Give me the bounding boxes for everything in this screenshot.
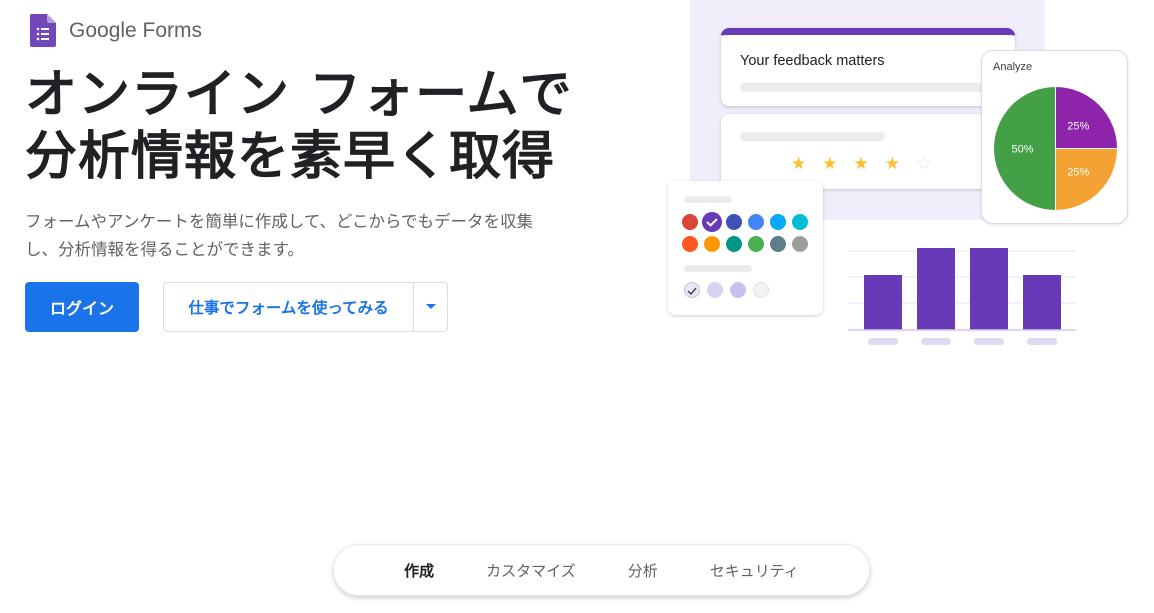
placeholder-bar: [740, 83, 995, 92]
bar: [864, 275, 902, 330]
color-swatch: [748, 236, 764, 252]
tab-security[interactable]: セキュリティ: [710, 560, 799, 581]
star-icon: ★: [853, 154, 869, 174]
feature-tabs: 作成 カスタマイズ 分析 セキュリティ: [333, 544, 870, 596]
star-icon: ☆: [916, 154, 932, 174]
bar-label-placeholder: [1027, 338, 1057, 345]
bar-label-placeholder: [868, 338, 898, 345]
color-swatch: [770, 214, 786, 230]
hero-subtitle: フォームやアンケートを簡単に作成して、どこからでもデータを収集 し、分析情報を得…: [25, 208, 595, 264]
star-icon: ★: [822, 154, 838, 174]
caret-down-icon: [425, 304, 436, 309]
star-icon: ★: [884, 154, 900, 174]
color-swatch: [704, 236, 720, 252]
color-swatch: [748, 214, 764, 230]
bar-chart: [848, 248, 1076, 345]
hero-subtitle-line2: し、分析情報を得ることができます。: [25, 240, 304, 259]
check-icon: [706, 218, 718, 227]
dropdown-toggle-button[interactable]: [414, 283, 447, 331]
option-circle: [730, 282, 746, 298]
option-circle: [707, 282, 723, 298]
color-swatch: [726, 236, 742, 252]
color-swatch: [792, 214, 808, 230]
bar: [1023, 275, 1061, 330]
rating-card: ★ ★ ★ ★ ☆: [721, 114, 1015, 189]
star-icon: ★: [791, 154, 807, 174]
bar-label-placeholder: [974, 338, 1004, 345]
bar: [917, 248, 955, 330]
try-for-work-button[interactable]: 仕事でフォームを使ってみる: [164, 283, 414, 331]
placeholder-bar: [684, 196, 732, 203]
color-picker-card: [668, 181, 823, 315]
bar: [970, 248, 1008, 330]
pie-chart: 25% 25% 50%: [993, 85, 1119, 212]
color-swatch: [682, 236, 698, 252]
placeholder-bar: [740, 132, 885, 141]
tab-analyze[interactable]: 分析: [628, 560, 658, 581]
analyze-label: Analyze: [993, 61, 1033, 73]
hero-title: オンライン フォームで 分析情報を素早く取得: [25, 64, 645, 188]
page: Google Forms オンライン フォームで 分析情報を素早く取得 フォーム…: [0, 0, 1154, 613]
google-forms-icon: [30, 14, 56, 47]
star-rating: ★ ★ ★ ★ ☆: [791, 154, 931, 174]
color-swatch: [792, 236, 808, 252]
option-circle: [684, 282, 700, 298]
tab-create[interactable]: 作成: [404, 560, 434, 581]
hero-subtitle-line1: フォームやアンケートを簡単に作成して、どこからでもデータを収集: [25, 212, 534, 231]
pie-slice-label: 25%: [1067, 166, 1089, 178]
login-button[interactable]: ログイン: [25, 282, 139, 332]
hero-title-line2: 分析情報を素早く取得: [25, 127, 556, 187]
pie-slice-label: 50%: [1011, 144, 1033, 156]
placeholder-bar: [684, 265, 752, 272]
pie-slice-label: 25%: [1067, 121, 1089, 133]
pie-slice: [1055, 85, 1119, 149]
feedback-title: Your feedback matters: [740, 53, 885, 69]
color-swatch: [726, 214, 742, 230]
option-circle: [753, 282, 769, 298]
check-icon: [687, 287, 697, 296]
feedback-card: Your feedback matters: [721, 28, 1015, 106]
color-swatch: [702, 212, 722, 232]
analyze-card: Analyze 25% 25% 50%: [981, 50, 1128, 224]
color-swatch: [770, 236, 786, 252]
tab-customize[interactable]: カスタマイズ: [486, 560, 576, 581]
brand-logo[interactable]: Google Forms: [30, 14, 202, 47]
pie-slice: [1055, 148, 1119, 212]
try-for-work-split-button: 仕事でフォームを使ってみる: [163, 282, 448, 332]
bar-label-placeholder: [921, 338, 951, 345]
brand-name: Google Forms: [69, 18, 203, 42]
hero-title-line1: オンライン フォームで: [25, 65, 573, 125]
color-swatch: [682, 214, 698, 230]
